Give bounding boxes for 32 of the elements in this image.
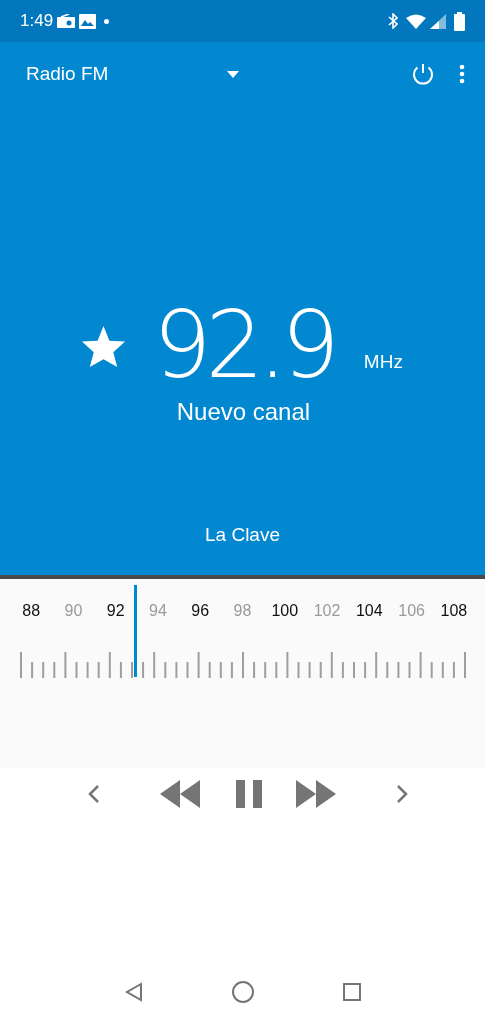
chevron-left-icon[interactable] — [88, 784, 100, 804]
frequency-label: 96 — [190, 601, 211, 621]
frequency-label: 98 — [232, 601, 253, 621]
frequency-label: 88 — [21, 601, 42, 621]
tuner-scale[interactable]: 88 90 92 94 96 98 100 102 104 106 108 — [0, 579, 485, 768]
frequency-display: 92.9 — [153, 300, 334, 392]
rds-text: La Clave — [205, 522, 280, 547]
frequency-label: 94 — [148, 601, 168, 621]
frequency-label: 108 — [439, 601, 469, 621]
app-title: Radio FM — [26, 61, 109, 86]
home-nav-button[interactable] — [231, 980, 256, 1004]
tuner-needle[interactable] — [134, 585, 138, 677]
image-icon — [79, 13, 97, 29]
frequency-unit: MHz — [363, 350, 403, 374]
frequency-label: 92 — [105, 601, 126, 621]
battery-icon — [454, 11, 465, 31]
chevron-right-icon[interactable] — [396, 784, 408, 804]
wifi-icon — [406, 13, 426, 29]
bluetooth-icon — [388, 13, 398, 29]
frequency-label: 104 — [354, 601, 384, 621]
status-time: 1:49 — [20, 10, 54, 33]
station-name: Nuevo canal — [176, 397, 311, 427]
frequency-label: 102 — [312, 601, 342, 621]
frequency-label: 106 — [397, 601, 426, 621]
favorite-star-icon[interactable] — [80, 324, 127, 369]
frequency-label: 90 — [63, 601, 84, 621]
radio-icon — [57, 14, 76, 28]
frequency-label: 100 — [270, 601, 300, 621]
back-nav-button[interactable] — [123, 982, 144, 1002]
signal-icon — [430, 13, 446, 29]
dot-icon — [104, 18, 110, 24]
recents-nav-button[interactable] — [343, 983, 362, 1001]
